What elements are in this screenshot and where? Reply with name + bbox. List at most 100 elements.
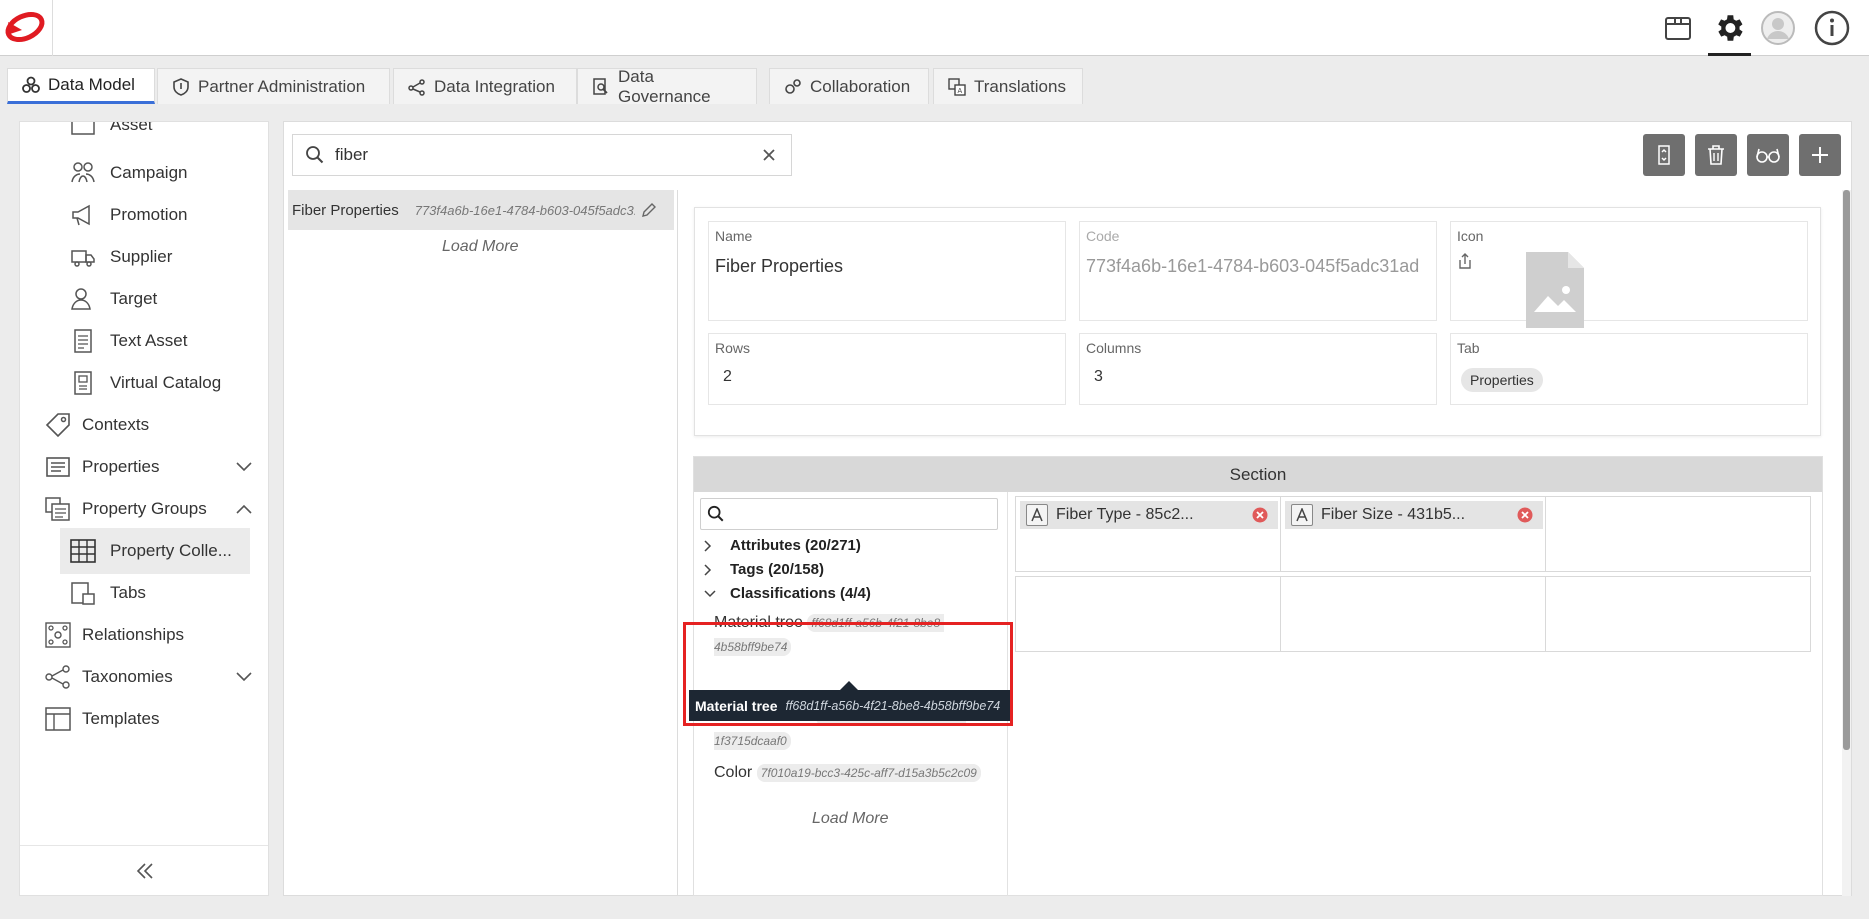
tooltip-code: ff68d1ff-a56b-4f21-8be8-4b58bff9be74 — [785, 698, 1001, 713]
code-label: Code — [1086, 228, 1120, 244]
rows-value[interactable]: 2 — [723, 368, 732, 386]
tab-label: Partner Administration — [198, 76, 366, 96]
icon-label: Icon — [1457, 228, 1484, 244]
add-button[interactable] — [1799, 134, 1841, 176]
sidebar-item-text-asset[interactable]: Text Asset — [70, 318, 260, 364]
grid-cell[interactable] — [1015, 576, 1281, 652]
icon-field[interactable]: Icon — [1450, 221, 1808, 328]
list-item-code: 773f4a6b-16e1-4784-b603-045f5adc3... — [414, 202, 635, 218]
name-value[interactable]: Fiber Properties — [715, 256, 843, 277]
scrollbar-thumb[interactable] — [1843, 190, 1850, 750]
sidebar-item-properties[interactable]: Properties — [44, 444, 266, 490]
tree-attributes[interactable]: Attributes (20/271) — [704, 537, 861, 554]
image-placeholder-icon — [1526, 252, 1584, 328]
rows-label: Rows — [715, 340, 751, 356]
columns-value[interactable]: 3 — [1094, 368, 1103, 386]
chevron-down-icon[interactable] — [236, 672, 252, 682]
plus-icon — [1812, 147, 1828, 163]
search-input[interactable]: fiber — [335, 145, 368, 165]
name-field[interactable]: Name Fiber Properties — [708, 221, 1066, 321]
sidebar-item-promotion[interactable]: Promotion — [70, 192, 260, 238]
palette-search-input[interactable] — [700, 498, 998, 530]
preview-button[interactable] — [1747, 134, 1789, 176]
classification-item[interactable]: Material tree ff68d1ff-a56b-4f21-8be8-4b… — [714, 611, 1004, 659]
remove-icon[interactable] — [1252, 507, 1268, 523]
section-title: Section — [694, 457, 1822, 492]
tab-data-model[interactable]: Data Model — [7, 68, 155, 104]
list-item[interactable]: Fiber Properties 773f4a6b-16e1-4784-b603… — [288, 190, 674, 230]
tab-label: Data Model — [48, 75, 135, 94]
sidebar-item-relationships[interactable]: Relationships — [44, 612, 264, 658]
top-bar — [0, 0, 1869, 56]
share-icon — [408, 78, 425, 96]
sidebar-item-tabs[interactable]: Tabs — [70, 570, 260, 616]
sidebar-item-taxonomies[interactable]: Taxonomies — [44, 654, 266, 700]
user-avatar-icon[interactable] — [1758, 8, 1798, 48]
grid-cell[interactable]: Fiber Size - 431b5... — [1280, 496, 1546, 572]
tab-data-governance[interactable]: Data Governance — [577, 67, 757, 106]
palette-load-more-link[interactable]: Load More — [812, 810, 889, 828]
cubes-icon — [22, 76, 40, 93]
gears-icon — [785, 78, 801, 94]
chevron-up-icon[interactable] — [236, 504, 252, 514]
scrollbar[interactable] — [1842, 190, 1851, 896]
logo-icon[interactable] — [0, 0, 53, 56]
upload-icon[interactable] — [1457, 252, 1473, 270]
shield-icon — [173, 77, 189, 96]
tree-classifications[interactable]: Classifications (4/4) — [704, 585, 871, 602]
search-icon — [707, 505, 724, 522]
delete-button[interactable] — [1695, 134, 1737, 176]
tooltip-name: Material tree — [695, 697, 778, 714]
section-grid: Fiber Type - 85c2... Fiber Size - 431b5.… — [1015, 496, 1815, 656]
tab-data-integration[interactable]: Data Integration — [393, 68, 577, 104]
tab-collaboration[interactable]: Collaboration — [769, 68, 929, 104]
network-icon — [45, 622, 71, 648]
tab-translations[interactable]: A Translations — [933, 68, 1083, 104]
double-chevron-left-icon — [136, 862, 153, 879]
clear-search-icon[interactable] — [759, 145, 779, 165]
asset-icon — [71, 122, 95, 135]
chevron-down-icon[interactable] — [236, 462, 252, 472]
grid-cell[interactable] — [1280, 576, 1546, 652]
grid-cell[interactable] — [1545, 496, 1811, 572]
rows-field[interactable]: Rows 2 — [708, 333, 1066, 405]
truck-icon — [71, 250, 95, 267]
property-chip[interactable]: Fiber Type - 85c2... — [1020, 501, 1278, 529]
chevron-right-icon — [704, 539, 712, 552]
info-icon[interactable] — [1812, 8, 1852, 48]
tree-tags[interactable]: Tags (20/158) — [704, 561, 824, 578]
sidebar-item-virtual-catalog[interactable]: Virtual Catalog — [70, 360, 260, 406]
columns-field[interactable]: Columns 3 — [1079, 333, 1437, 405]
collapse-sidebar-button[interactable] — [20, 845, 268, 895]
gear-icon[interactable] — [1709, 8, 1749, 48]
sidebar-item-campaign[interactable]: Campaign — [70, 150, 260, 196]
sidebar: Asset Campaign Promotion Supplier Target… — [19, 121, 269, 896]
tab-value-pill[interactable]: Properties — [1461, 368, 1543, 392]
refresh-button[interactable] — [1643, 134, 1685, 176]
sidebar-item-property-collections[interactable]: Property Colle... — [60, 528, 250, 574]
tab-partner-administration[interactable]: Partner Administration — [157, 68, 390, 104]
package-icon[interactable] — [1658, 8, 1698, 48]
pencil-icon[interactable] — [641, 202, 657, 218]
sidebar-item-property-groups[interactable]: Property Groups — [44, 486, 266, 532]
tooltip-arrow — [840, 681, 858, 690]
glasses-icon — [1756, 148, 1780, 163]
sidebar-item-templates[interactable]: Templates — [44, 696, 264, 742]
load-more-link[interactable]: Load More — [442, 238, 519, 256]
search-box[interactable]: fiber — [292, 134, 792, 176]
tab-field[interactable]: Tab Properties — [1450, 333, 1808, 405]
code-field: Code 773f4a6b-16e1-4784-b603-045f5adc31a… — [1079, 221, 1437, 321]
tabs-icon — [71, 582, 95, 605]
grid-cell[interactable]: Fiber Type - 85c2... — [1015, 496, 1281, 572]
property-chip[interactable]: Fiber Size - 431b5... — [1285, 501, 1543, 529]
tooltip: Material tree ff68d1ff-a56b-4f21-8be8-4b… — [689, 690, 1011, 721]
sidebar-item-target[interactable]: Target — [70, 276, 260, 322]
sidebar-item-contexts[interactable]: Contexts — [44, 402, 264, 448]
sidebar-item-supplier[interactable]: Supplier — [70, 234, 260, 280]
remove-icon[interactable] — [1517, 507, 1533, 523]
properties-card: Name Fiber Properties Code 773f4a6b-16e1… — [694, 207, 1821, 436]
sidebar-item-asset[interactable]: Asset — [70, 122, 260, 148]
grid-cell[interactable] — [1545, 576, 1811, 652]
tab-label: Data Integration — [434, 76, 555, 96]
classification-item[interactable]: Color 7f010a19-bcc3-425c-aff7-d15a3b5c2c… — [714, 761, 1004, 785]
